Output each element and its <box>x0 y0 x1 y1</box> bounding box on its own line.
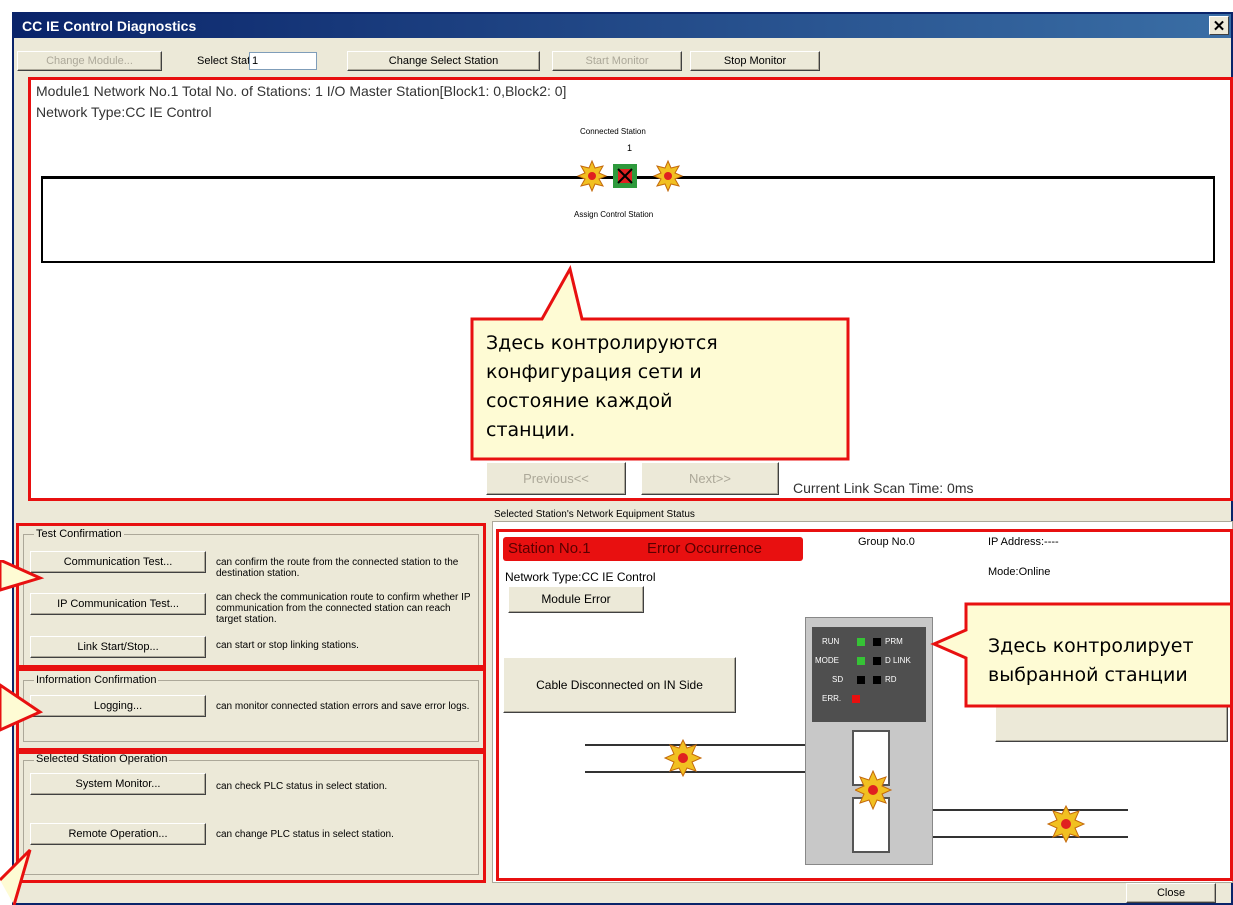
test-confirmation-highlight <box>16 523 486 668</box>
change-select-station-button[interactable]: Change Select Station <box>347 51 540 71</box>
close-icon[interactable]: ✕ <box>1209 16 1229 35</box>
information-confirmation-highlight <box>16 668 486 751</box>
window-title: CC IE Control Diagnostics <box>22 18 197 34</box>
selected-station-operation-highlight <box>16 751 486 883</box>
station-status-section-title: Selected Station's Network Equipment Sta… <box>494 509 695 520</box>
station-status-highlight <box>496 529 1233 881</box>
title-bar: CC IE Control Diagnostics ✕ <box>14 14 1231 38</box>
stop-monitor-button[interactable]: Stop Monitor <box>690 51 820 71</box>
network-panel-highlight <box>28 77 1233 501</box>
change-module-button[interactable]: Change Module... <box>17 51 162 71</box>
close-button[interactable]: Close <box>1126 883 1216 903</box>
left-callout-pointers <box>0 560 45 905</box>
select-station-input[interactable]: 1 <box>249 52 317 70</box>
start-monitor-button[interactable]: Start Monitor <box>552 51 682 71</box>
